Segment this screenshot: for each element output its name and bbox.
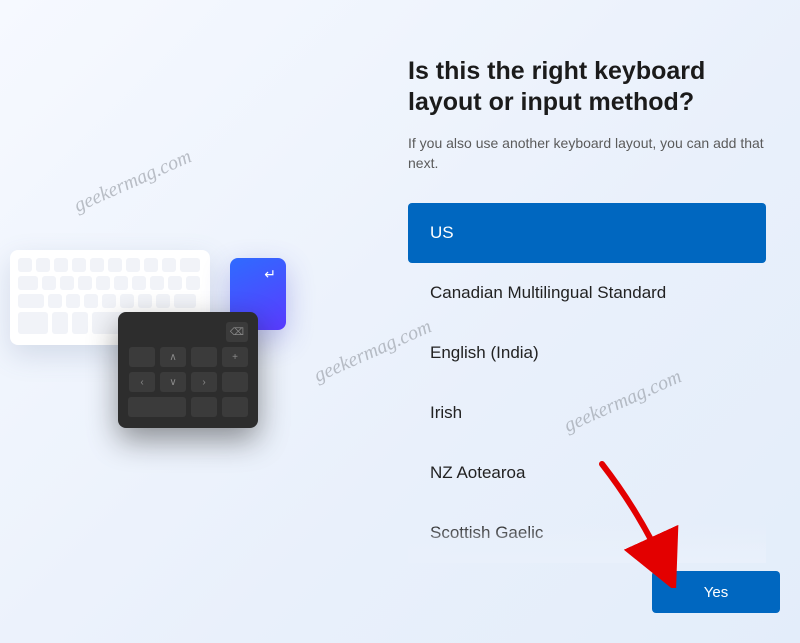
yes-button[interactable]: Yes (652, 571, 780, 613)
watermark-text: geekermag.com (71, 145, 196, 217)
page-subtitle: If you also use another keyboard layout,… (408, 133, 768, 174)
layout-option-english-india[interactable]: English (India) (408, 323, 766, 383)
layout-option-irish[interactable]: Irish (408, 383, 766, 443)
keyboard-layout-list[interactable]: US Canadian Multilingual Standard Englis… (408, 203, 766, 563)
layout-option-nz-aotearoa[interactable]: NZ Aotearoa (408, 443, 766, 503)
numpad-dark-graphic: ⌫ ∧+ ‹∨› (118, 312, 258, 428)
layout-option-canadian-multilingual[interactable]: Canadian Multilingual Standard (408, 263, 766, 323)
keyboard-illustration: ↵ ⌫ ∧+ ‹∨› (10, 240, 290, 440)
page-title: Is this the right keyboard layout or inp… (408, 56, 768, 119)
layout-option-scottish-gaelic[interactable]: Scottish Gaelic (408, 503, 766, 563)
setup-panel: Is this the right keyboard layout or inp… (408, 56, 768, 563)
layout-option-us[interactable]: US (408, 203, 766, 263)
